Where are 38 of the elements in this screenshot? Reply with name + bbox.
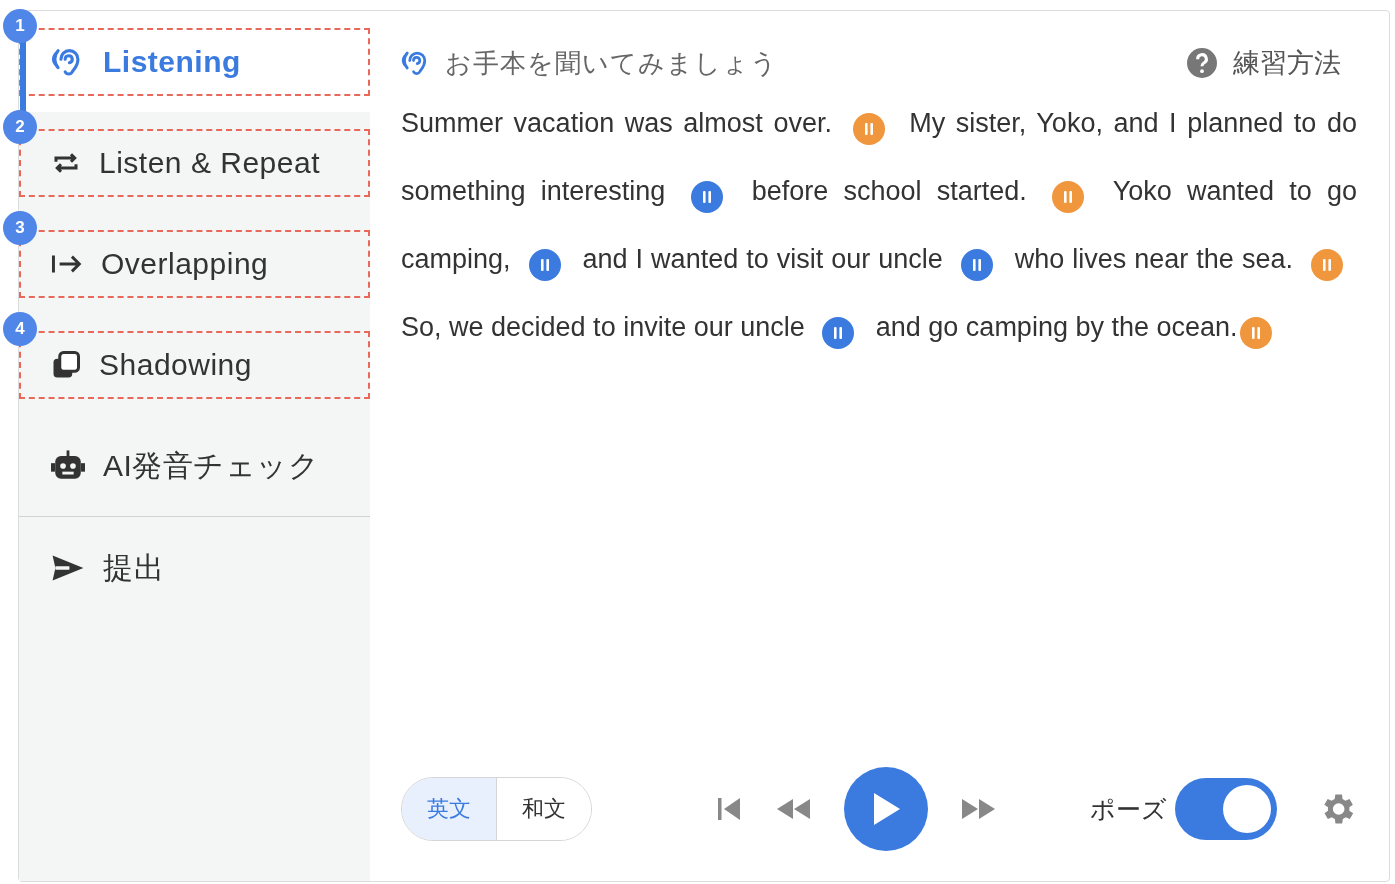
- nav-item[interactable]: Listen & Repeat: [33, 146, 320, 180]
- language-tab[interactable]: 和文: [496, 778, 591, 840]
- pause-marker[interactable]: [690, 181, 723, 213]
- step-badge: 1: [3, 9, 37, 43]
- passage-text: Summer vacation was almost over. My sister, Yoko, and I planned to do something interesting before school started. Yoko wanted to go camping, and I wanted to visit our uncle who lives near the sea. So, we decided to invite our uncle and go camping by the ocean.: [401, 89, 1357, 361]
- copy-icon: [51, 350, 81, 380]
- play-icon: [871, 791, 901, 827]
- pause-icon: [700, 190, 713, 204]
- language-tab[interactable]: 英文: [402, 778, 496, 840]
- nav-item[interactable]: Overlapping: [33, 247, 269, 281]
- help-link[interactable]: 練習方法: [1187, 45, 1357, 81]
- step-badge: 2: [3, 110, 37, 144]
- pause-marker[interactable]: [528, 249, 561, 281]
- help-icon: [1187, 48, 1217, 78]
- step-badge: 4: [3, 312, 37, 346]
- pause-icon: [1320, 258, 1333, 272]
- nav-item[interactable]: Shadowing: [33, 348, 252, 382]
- pause-icon: [538, 258, 551, 272]
- pause-marker[interactable]: [822, 317, 855, 349]
- pause-label: ポーズ: [1090, 793, 1167, 825]
- robot-icon: [51, 450, 85, 482]
- send-icon: [51, 554, 85, 582]
- pause-marker[interactable]: [1052, 181, 1084, 213]
- submit-nav-item[interactable]: 提出: [33, 547, 164, 589]
- pause-icon: [970, 258, 983, 272]
- section-title: お手本を聞いてみましょう: [445, 46, 778, 80]
- pause-icon: [832, 326, 845, 340]
- pause-marker[interactable]: [852, 113, 885, 145]
- nav-item[interactable]: Listening: [33, 45, 241, 79]
- pause-icon: [1062, 190, 1074, 204]
- skip-back-icon[interactable]: [716, 796, 742, 822]
- pause-marker[interactable]: [1310, 249, 1343, 281]
- pause-icon: [862, 122, 875, 136]
- step-badge: 3: [3, 211, 37, 245]
- nav-item[interactable]: AI発音チェック: [33, 445, 320, 487]
- pause-marker[interactable]: [1239, 317, 1272, 349]
- pause-icon: [1249, 326, 1262, 340]
- pause-marker[interactable]: [960, 249, 993, 281]
